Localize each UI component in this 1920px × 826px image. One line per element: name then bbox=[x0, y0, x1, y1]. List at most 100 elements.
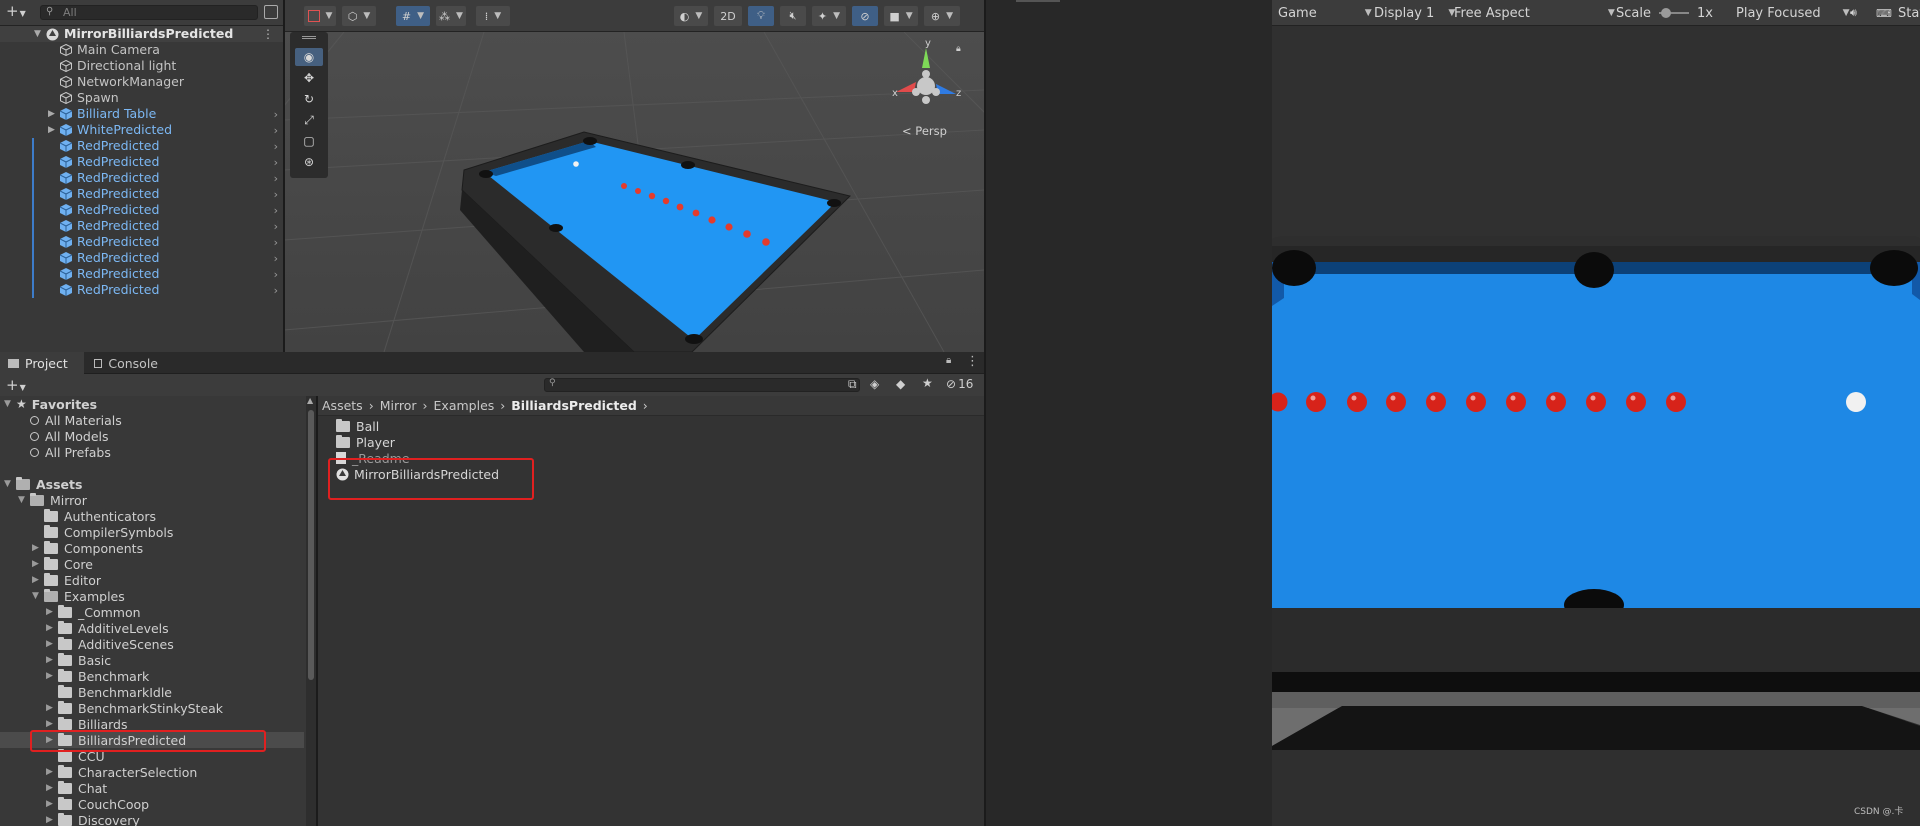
hierarchy-item[interactable]: RedPredicted › bbox=[0, 170, 284, 186]
expand-arrow-icon[interactable]: ▼ bbox=[4, 479, 16, 489]
hierarchy-item[interactable]: ▶ WhitePredicted › bbox=[0, 122, 284, 138]
display-dropdown[interactable]: Display 1 ▼ bbox=[1374, 4, 1455, 22]
audio-button[interactable]: 🔇︎ bbox=[780, 6, 806, 26]
expand-arrow-icon[interactable]: ▶ bbox=[48, 125, 55, 135]
collapsed-arrow-icon[interactable]: ▶ bbox=[46, 655, 58, 665]
hierarchy-item[interactable]: RedPredicted › bbox=[0, 266, 284, 282]
breadcrumb-item[interactable]: Assets bbox=[322, 398, 363, 413]
collapsed-arrow-icon[interactable]: ▶ bbox=[32, 543, 44, 553]
chevron-right-icon[interactable]: › bbox=[274, 108, 278, 121]
label-icon[interactable]: ◆ bbox=[896, 377, 905, 391]
hierarchy-item[interactable]: RedPredicted › bbox=[0, 282, 284, 298]
scene-menu-icon[interactable]: ⋮ bbox=[262, 27, 274, 41]
render-mode-button[interactable]: ◐ ▼ bbox=[674, 6, 708, 26]
tree-folder[interactable]: ▶ BenchmarkStinkySteak bbox=[46, 700, 223, 716]
breadcrumb-item[interactable]: BilliardsPredicted bbox=[511, 398, 637, 413]
chevron-right-icon[interactable]: › bbox=[274, 236, 278, 249]
tree-folder[interactable]: ▶ CharacterSelection bbox=[46, 764, 197, 780]
tree-folder[interactable]: ▶ AdditiveScenes bbox=[46, 636, 174, 652]
lighting-button[interactable]: 💡︎ bbox=[748, 6, 774, 26]
hierarchy-item[interactable]: RedPredicted › bbox=[0, 186, 284, 202]
project-search-input[interactable]: ⚲ bbox=[544, 378, 860, 392]
gizmos-button[interactable]: ⊕ ▼ bbox=[924, 6, 960, 26]
breadcrumb-item[interactable]: Mirror bbox=[380, 398, 417, 413]
collapsed-arrow-icon[interactable]: ▶ bbox=[46, 671, 58, 681]
collapsed-arrow-icon[interactable]: ▶ bbox=[32, 575, 44, 585]
scale-slider-track[interactable] bbox=[1658, 8, 1689, 18]
filter-type-icon[interactable]: ◈ bbox=[870, 377, 879, 391]
game-view[interactable]: CSDN @.卡 bbox=[1272, 0, 1920, 826]
search-by-type-icon[interactable]: ⧉ bbox=[848, 377, 857, 392]
collapsed-arrow-icon[interactable]: ▶ bbox=[46, 719, 58, 729]
game-tab[interactable]: Game ▼ bbox=[1278, 4, 1372, 22]
hierarchy-item[interactable]: RedPredicted › bbox=[0, 154, 284, 170]
project-create-button[interactable]: +▼ bbox=[6, 376, 26, 394]
tree-scroll-thumb[interactable] bbox=[308, 410, 314, 680]
tree-folder[interactable]: ▶ Benchmark bbox=[46, 668, 149, 684]
hierarchy-item[interactable]: RedPredicted › bbox=[0, 138, 284, 154]
chevron-right-icon[interactable]: › bbox=[274, 252, 278, 265]
keyboard-icon[interactable]: ⌨︎ bbox=[1876, 4, 1892, 22]
expand-arrow-icon[interactable]: ▼ bbox=[4, 399, 16, 409]
audio-icon[interactable]: 🔊︎ bbox=[1850, 4, 1857, 22]
expand-arrow-icon[interactable]: ▼ bbox=[32, 591, 44, 601]
draw-mode-button[interactable]: ▼ bbox=[304, 6, 336, 26]
tree-folder[interactable]: Authenticators bbox=[32, 508, 156, 524]
scene-view[interactable]: y x z 🔒︎ < Persp bbox=[284, 0, 984, 352]
stats-button[interactable]: Stat bbox=[1898, 4, 1920, 22]
tree-folder[interactable]: ▼ Examples bbox=[32, 588, 125, 604]
hierarchy-item[interactable]: RedPredicted › bbox=[0, 218, 284, 234]
chevron-right-icon[interactable]: › bbox=[274, 124, 278, 137]
assets-root[interactable]: ▼ Assets bbox=[4, 476, 82, 492]
collapsed-arrow-icon[interactable]: ▶ bbox=[46, 623, 58, 633]
lock-icon[interactable]: 🔒︎ bbox=[946, 355, 951, 366]
expand-arrow-icon[interactable]: ▼ bbox=[34, 29, 46, 39]
overlay-handle-icon[interactable] bbox=[302, 36, 316, 39]
tree-folder[interactable]: ▶ Basic bbox=[46, 652, 111, 668]
hierarchy-item[interactable]: Main Camera bbox=[0, 42, 284, 58]
breadcrumb-item[interactable]: Examples bbox=[434, 398, 495, 413]
effects-button[interactable]: ✦ ▼ bbox=[812, 6, 846, 26]
tree-folder[interactable]: ▶ Components bbox=[32, 540, 143, 556]
chevron-right-icon[interactable]: › bbox=[274, 188, 278, 201]
lock-icon[interactable]: 🔒︎ bbox=[956, 44, 961, 54]
tree-folder[interactable]: ▶ Chat bbox=[46, 780, 107, 796]
chevron-right-icon[interactable]: › bbox=[274, 156, 278, 169]
favorite-item[interactable]: All Materials bbox=[30, 412, 122, 428]
tree-folder[interactable]: BenchmarkIdle bbox=[46, 684, 172, 700]
favorites-header[interactable]: ▼ ★ Favorites bbox=[4, 396, 97, 412]
hierarchy-item[interactable]: RedPredicted › bbox=[0, 250, 284, 266]
asset-item[interactable]: Ball bbox=[336, 418, 379, 434]
collapsed-arrow-icon[interactable]: ▶ bbox=[46, 607, 58, 617]
rect-tool[interactable]: ▢ bbox=[295, 132, 323, 150]
rotate-tool[interactable]: ↻ bbox=[295, 90, 323, 108]
scene-visibility-button[interactable]: ⊘ bbox=[852, 6, 878, 26]
scale-slider-thumb[interactable] bbox=[1660, 8, 1671, 18]
hierarchy-item[interactable]: ▶ Billiard Table › bbox=[0, 106, 284, 122]
collapsed-arrow-icon[interactable]: ▶ bbox=[46, 639, 58, 649]
play-mode-dropdown[interactable]: Play Focused ▼ bbox=[1736, 4, 1850, 22]
camera-button[interactable]: ■ ▼ bbox=[884, 6, 918, 26]
asset-item[interactable]: Player bbox=[336, 434, 395, 450]
expand-arrow-icon[interactable]: ▼ bbox=[18, 495, 30, 505]
tab-console[interactable]: Console bbox=[86, 352, 166, 374]
transform-tool[interactable]: ⊛ bbox=[295, 153, 323, 171]
chevron-right-icon[interactable]: › bbox=[274, 220, 278, 233]
chevron-right-icon[interactable]: › bbox=[274, 204, 278, 217]
favorite-star-icon[interactable]: ★ bbox=[922, 376, 933, 390]
shading-button[interactable]: ⬡ ▼ bbox=[342, 6, 376, 26]
tree-folder[interactable]: ▶ Discovery bbox=[46, 812, 140, 826]
hierarchy-search-input[interactable]: ⚲ All bbox=[40, 5, 258, 20]
hierarchy-item[interactable]: NetworkManager bbox=[0, 74, 284, 90]
chevron-right-icon[interactable]: › bbox=[274, 268, 278, 281]
chevron-right-icon[interactable]: › bbox=[274, 172, 278, 185]
collapsed-arrow-icon[interactable]: ▶ bbox=[46, 703, 58, 713]
scene-row[interactable]: ▼ MirrorBilliardsPredicted ⋮ bbox=[0, 26, 284, 42]
collapsed-arrow-icon[interactable]: ▶ bbox=[46, 767, 58, 777]
hierarchy-item[interactable]: Spawn bbox=[0, 90, 284, 106]
tree-folder[interactable]: ▶ _Common bbox=[46, 604, 141, 620]
toggle-2d-button[interactable]: 2D bbox=[714, 6, 742, 26]
view-tool[interactable]: ◉ bbox=[295, 48, 323, 66]
move-tool[interactable]: ✥ bbox=[295, 69, 323, 87]
tree-folder[interactable]: ▶ CouchCoop bbox=[46, 796, 149, 812]
